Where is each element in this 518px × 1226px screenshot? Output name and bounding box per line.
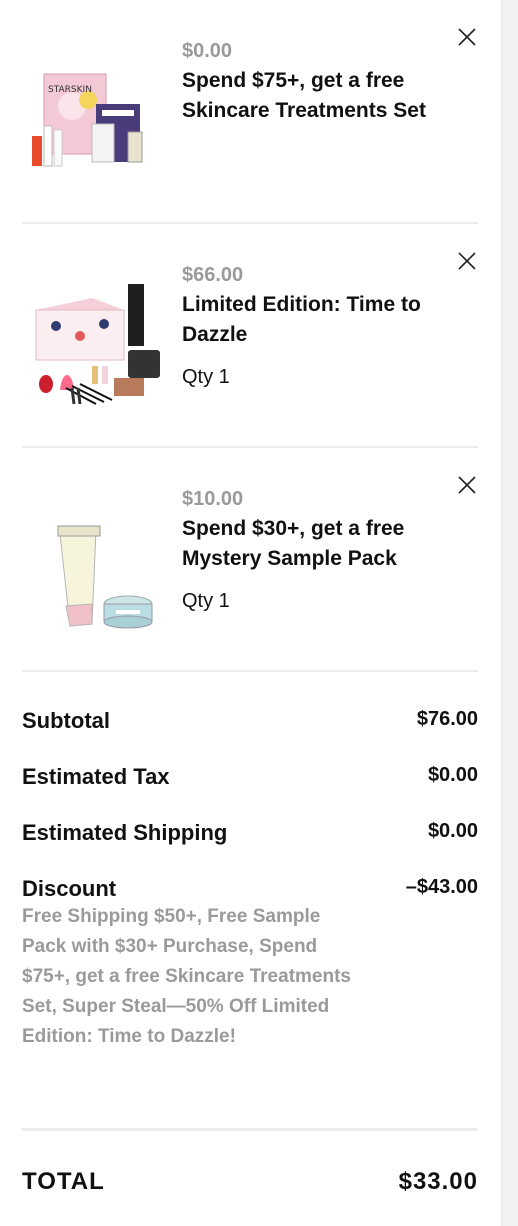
close-icon[interactable] (456, 474, 478, 496)
close-icon[interactable] (456, 250, 478, 272)
sample-pack-image (57, 525, 153, 629)
discount-label: Discount (22, 876, 117, 901)
shipping-label: Estimated Shipping (22, 820, 228, 845)
cart-item: STARSKIN $0.00 Spend $75+, get a free Sk… (22, 0, 478, 224)
subtotal-row: Subtotal $76.00 (22, 708, 478, 734)
item-quantity: Qty 1 (182, 366, 230, 388)
discount-description: Free Shipping $50+, Free Sample Pack wit… (22, 906, 351, 1047)
discount-row: Discount –$43.00 (22, 876, 478, 902)
item-info: $66.00 Limited Edition: Time to Dazzle Q… (182, 262, 472, 389)
item-price: $10.00 (182, 488, 244, 510)
item-name[interactable]: Spend $30+, get a free Mystery Sample Pa… (182, 514, 472, 574)
dazzle-kit-image (35, 284, 160, 405)
item-quantity: Qty 1 (182, 590, 230, 612)
item-name[interactable]: Spend $75+, get a free Skincare Treatmen… (182, 66, 472, 126)
close-icon[interactable] (456, 26, 478, 48)
tax-row: Estimated Tax $0.00 (22, 764, 478, 790)
total-value: $33.00 (398, 1168, 478, 1195)
tax-value: $0.00 (427, 764, 478, 786)
item-info: $0.00 Spend $75+, get a free Skincare Tr… (182, 38, 472, 126)
total-row: TOTAL $33.00 (22, 1168, 478, 1196)
item-price: $66.00 (182, 264, 244, 286)
discount-value: –$43.00 (405, 876, 478, 898)
total-label: TOTAL (22, 1168, 105, 1195)
subtotal-value: $76.00 (416, 708, 478, 730)
shipping-row: Estimated Shipping $0.00 (22, 820, 478, 846)
cart-panel: STARSKIN $0.00 Spend $75+, get a free Sk… (0, 0, 500, 1195)
skincare-set-image: STARSKIN (32, 73, 143, 167)
cart-item: $10.00 Spend $30+, get a free Mystery Sa… (22, 448, 478, 672)
subtotal-label: Subtotal (22, 708, 110, 733)
summary-divider (22, 1128, 478, 1131)
item-price: $0.00 (182, 40, 233, 62)
order-summary: Subtotal $76.00 Estimated Tax $0.00 Esti… (22, 690, 478, 1052)
item-name[interactable]: Limited Edition: Time to Dazzle (182, 290, 472, 350)
svg-text:STARSKIN: STARSKIN (48, 85, 92, 95)
tax-label: Estimated Tax (22, 764, 170, 789)
shipping-value: $0.00 (427, 820, 478, 842)
scrollbar[interactable] (501, 0, 518, 1226)
item-info: $10.00 Spend $30+, get a free Mystery Sa… (182, 486, 472, 613)
cart-item: $66.00 Limited Edition: Time to Dazzle Q… (22, 224, 478, 448)
